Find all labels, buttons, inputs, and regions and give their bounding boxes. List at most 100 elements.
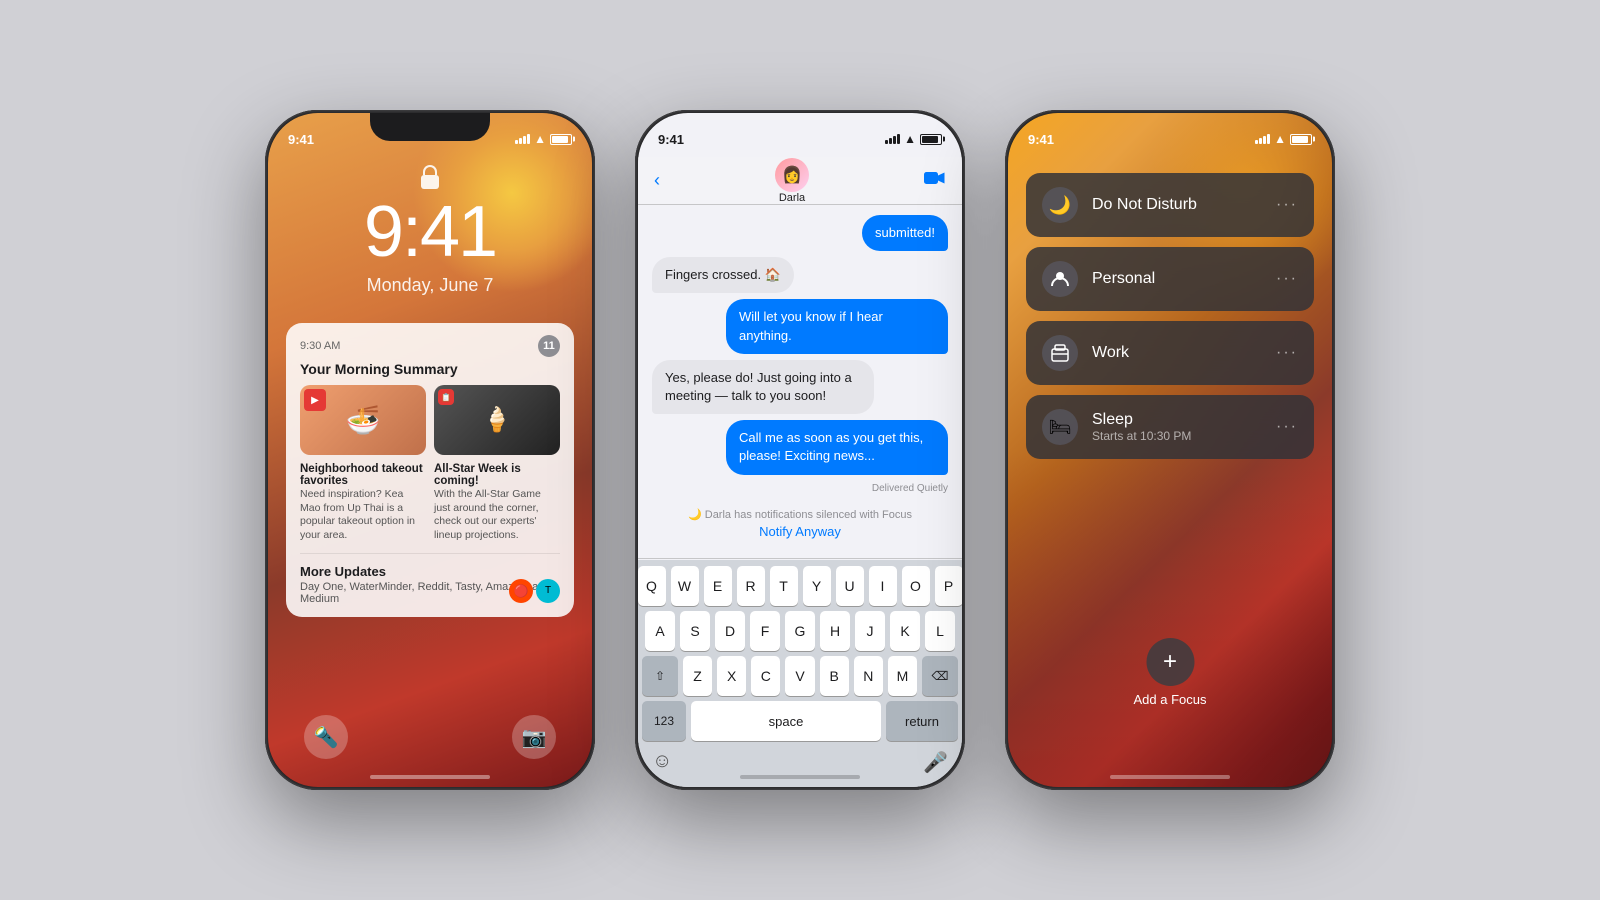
key-s[interactable]: S [680,611,710,651]
key-u[interactable]: U [836,566,864,606]
app-badge-1: ▶ [304,389,326,411]
status-time-1: 9:41 [288,132,314,147]
delivered-status: Delivered Quietly [652,483,948,494]
work-icon [1042,335,1078,371]
notif-title: Your Morning Summary [300,361,560,377]
keyboard[interactable]: Q W E R T Y U I O P A S D F G H J K L [638,560,962,787]
personal-more-button[interactable]: ··· [1276,270,1298,288]
key-shift[interactable]: ⇧ [642,656,678,696]
key-n[interactable]: N [854,656,883,696]
bubble-in-1: Fingers crossed. 🏠 [652,257,794,293]
key-return[interactable]: return [886,701,958,741]
phone-1: 9:41 ▲ 9:41 Monday, June 7 9:30 AM 11 [265,110,595,790]
key-z[interactable]: Z [683,656,712,696]
work-more-button[interactable]: ··· [1276,344,1298,362]
dictation-button[interactable]: 🎤 [923,750,948,775]
key-e[interactable]: E [704,566,732,606]
sleep-more-button[interactable]: ··· [1276,418,1298,436]
signal-icon-1 [515,134,530,144]
phone-2: 9:41 ▲ ‹ 👩 Darla [635,110,965,790]
camera-button[interactable]: 📷 [512,715,556,759]
keyboard-row-3: ⇧ Z X C V B N M ⌫ [642,656,958,696]
key-k[interactable]: K [890,611,920,651]
personal-icon [1042,261,1078,297]
battery-icon-1 [550,134,572,145]
app-badge-2: 📋 [438,389,454,405]
key-y[interactable]: Y [803,566,831,606]
key-j[interactable]: J [855,611,885,651]
key-d[interactable]: D [715,611,745,651]
sleep-icon: 🛏 [1042,409,1078,445]
key-g[interactable]: G [785,611,815,651]
lock-date: Monday, June 7 [268,275,592,296]
video-call-button[interactable] [924,169,946,192]
focus-silenced-text: 🌙 Darla has notifications silenced with … [688,508,912,521]
contact-info[interactable]: 👩 Darla [775,158,809,204]
emoji-button[interactable]: ☺ [652,750,672,775]
key-c[interactable]: C [751,656,780,696]
wifi-icon-1: ▲ [534,132,546,146]
lock-time: 9:41 [268,191,592,273]
add-focus-button[interactable]: + [1146,638,1194,686]
bubble-out-3: Call me as soon as you get this, please!… [726,420,948,474]
key-w[interactable]: W [671,566,699,606]
key-delete[interactable]: ⌫ [922,656,958,696]
notif-images: ▶ 📋 [300,385,560,455]
dnd-more-button[interactable]: ··· [1276,196,1298,214]
notch-1 [370,113,490,141]
back-button[interactable]: ‹ [654,170,660,191]
work-name: Work [1092,344,1262,362]
key-r[interactable]: R [737,566,765,606]
notification-card[interactable]: 9:30 AM 11 Your Morning Summary ▶ 📋 Neig… [286,323,574,617]
focus-item-dnd[interactable]: 🌙 Do Not Disturb ··· [1026,173,1314,237]
lock-bottom-buttons: 🔦 📷 [268,715,592,759]
focus-item-work[interactable]: Work ··· [1026,321,1314,385]
key-a[interactable]: A [645,611,675,651]
key-f[interactable]: F [750,611,780,651]
notif-time: 9:30 AM [300,340,340,352]
key-t[interactable]: T [770,566,798,606]
focus-list: 🌙 Do Not Disturb ··· Personal [1026,173,1314,459]
key-space[interactable]: space [691,701,881,741]
key-o[interactable]: O [902,566,930,606]
keyboard-row-1: Q W E R T Y U I O P [642,566,958,606]
home-indicator-1 [370,775,490,779]
notify-anyway-button[interactable]: Notify Anyway [759,524,841,539]
bubble-out-1: submitted! [862,215,948,251]
key-i[interactable]: I [869,566,897,606]
key-h[interactable]: H [820,611,850,651]
notch-3 [1110,113,1230,141]
dnd-label-container: Do Not Disturb [1092,196,1262,214]
torch-button[interactable]: 🔦 [304,715,348,759]
key-q[interactable]: Q [638,566,666,606]
sleep-name: Sleep [1092,411,1262,429]
personal-name: Personal [1092,270,1262,288]
bubble-out-2: Will let you know if I hear anything. [726,299,948,353]
key-l[interactable]: L [925,611,955,651]
status-icons-1: ▲ [515,132,572,146]
key-p[interactable]: P [935,566,963,606]
key-b[interactable]: B [820,656,849,696]
key-v[interactable]: V [785,656,814,696]
more-updates: More Updates Day One, WaterMinder, Reddi… [300,553,560,605]
battery-icon-2 [920,134,942,145]
notif-captions: Neighborhood takeout favorites Need insp… [300,463,560,543]
article-1-title: Neighborhood takeout favorites [300,463,426,487]
focus-item-sleep[interactable]: 🛏 Sleep Starts at 10:30 PM ··· [1026,395,1314,459]
sleep-sub: Starts at 10:30 PM [1092,429,1262,443]
messages-header: ‹ 👩 Darla [638,157,962,205]
reddit-icon: 🔴 [509,579,533,603]
key-m[interactable]: M [888,656,917,696]
key-numbers[interactable]: 123 [642,701,686,741]
signal-icon-3 [1255,134,1270,144]
keyboard-row-4: 123 space return [642,701,958,741]
home-indicator-3 [1110,775,1230,779]
home-indicator-2 [740,775,860,779]
focus-item-personal[interactable]: Personal ··· [1026,247,1314,311]
add-focus-label: Add a Focus [1134,692,1207,707]
more-app-icons: 🔴 T [509,579,560,603]
key-x[interactable]: X [717,656,746,696]
article-2-title: All-Star Week is coming! [434,463,560,487]
battery-icon-3 [1290,134,1312,145]
wifi-icon-2: ▲ [904,132,916,146]
